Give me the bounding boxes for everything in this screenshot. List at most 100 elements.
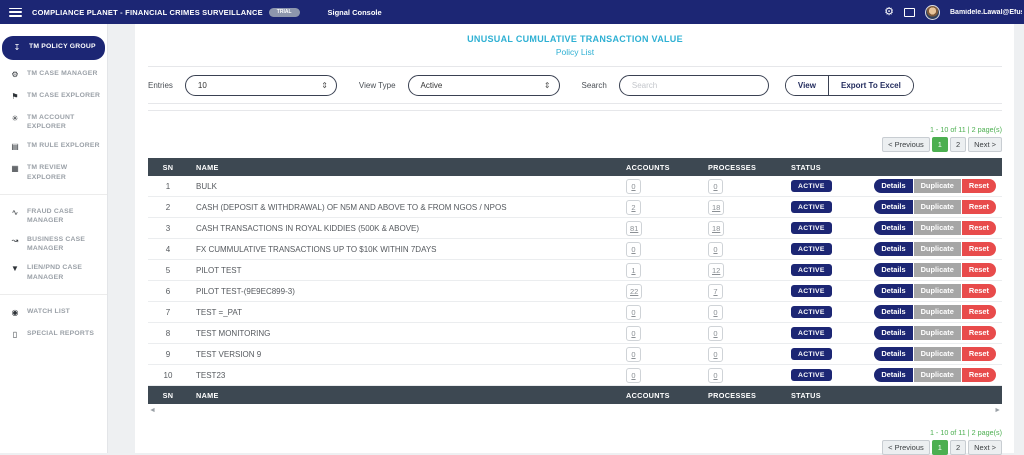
processes-count-link[interactable]: 0 xyxy=(708,242,723,257)
accounts-count-link[interactable]: 81 xyxy=(626,221,642,236)
details-button[interactable]: Details xyxy=(874,221,912,234)
nav-signal-console[interactable]: Signal Console xyxy=(328,8,382,17)
sidebar-item-fraud-case-manager[interactable]: ∿ FRAUD CASE MANAGER xyxy=(0,202,107,230)
cell-status: ACTIVE xyxy=(783,285,848,297)
cell-actions: Details Duplicate Reset xyxy=(848,242,1002,255)
scroll-left-icon[interactable]: ◄ xyxy=(149,407,156,414)
reset-button[interactable]: Reset xyxy=(962,200,996,213)
reset-button[interactable]: Reset xyxy=(962,368,996,381)
next-button[interactable]: Next > xyxy=(968,137,1002,152)
accounts-count-link[interactable]: 2 xyxy=(626,200,641,215)
table-header: SN NAME ACCOUNTS PROCESSES STATUS xyxy=(148,158,1002,176)
accounts-count-link[interactable]: 1 xyxy=(626,263,641,278)
accounts-count-link[interactable]: 0 xyxy=(626,305,641,320)
sidebar-item-tm-policy-group[interactable]: ↧ TM POLICY GROUP xyxy=(2,36,105,60)
status-badge: ACTIVE xyxy=(791,348,832,360)
cell-name: BULK xyxy=(188,182,618,191)
details-button[interactable]: Details xyxy=(874,347,912,360)
user-avatar[interactable] xyxy=(925,5,940,20)
duplicate-button[interactable]: Duplicate xyxy=(914,263,961,276)
details-button[interactable]: Details xyxy=(874,179,912,192)
settings-gear-icon[interactable]: ⚙ xyxy=(884,7,894,18)
processes-count-link[interactable]: 12 xyxy=(708,263,724,278)
cell-status: ACTIVE xyxy=(783,306,848,318)
duplicate-button[interactable]: Duplicate xyxy=(914,305,961,318)
search-input[interactable] xyxy=(632,81,756,90)
cell-sn: 4 xyxy=(148,245,188,254)
processes-count-link[interactable]: 18 xyxy=(708,200,724,215)
user-email: Bamidele.Lawal@Efusiite.Co xyxy=(950,9,1022,16)
duplicate-button[interactable]: Duplicate xyxy=(914,284,961,297)
details-button[interactable]: Details xyxy=(874,368,912,381)
processes-count-link[interactable]: 0 xyxy=(708,368,723,383)
processes-count-link[interactable]: 0 xyxy=(708,347,723,362)
sidebar-item-business-case-manager[interactable]: ↝ BUSINESS CASE MANAGER xyxy=(0,230,107,258)
details-button[interactable]: Details xyxy=(874,242,912,255)
hamburger-menu-icon[interactable] xyxy=(9,8,22,17)
duplicate-button[interactable]: Duplicate xyxy=(914,368,961,381)
sidebar-item-tm-case-explorer[interactable]: ⚑ TM CASE EXPLORER xyxy=(0,86,107,108)
duplicate-button[interactable]: Duplicate xyxy=(914,221,961,234)
cell-sn: 6 xyxy=(148,287,188,296)
duplicate-button[interactable]: Duplicate xyxy=(914,179,961,192)
duplicate-button[interactable]: Duplicate xyxy=(914,326,961,339)
scroll-right-icon[interactable]: ► xyxy=(994,407,1001,414)
processes-count-link[interactable]: 18 xyxy=(708,221,724,236)
previous-button[interactable]: < Previous xyxy=(882,137,930,152)
cell-actions: Details Duplicate Reset xyxy=(848,347,1002,360)
processes-count-link[interactable]: 0 xyxy=(708,305,723,320)
sidebar-item-special-reports[interactable]: ▯ SPECIAL REPORTS xyxy=(0,324,107,346)
reset-button[interactable]: Reset xyxy=(962,305,996,318)
page-button-1[interactable]: 1 xyxy=(932,137,948,152)
export-to-excel-button[interactable]: Export To Excel xyxy=(828,76,913,95)
accounts-count-link[interactable]: 0 xyxy=(626,326,641,341)
cell-actions: Details Duplicate Reset xyxy=(848,326,1002,339)
cell-actions: Details Duplicate Reset xyxy=(848,200,1002,213)
reset-button[interactable]: Reset xyxy=(962,179,996,192)
sidebar-item-watch-list[interactable]: ◉ WATCH LIST xyxy=(0,302,107,324)
cell-sn: 3 xyxy=(148,224,188,233)
table-row: 7 TEST =_PAT 0 0 ACTIVE Details Duplicat… xyxy=(148,302,1002,323)
processes-count-link[interactable]: 0 xyxy=(708,326,723,341)
accounts-count-link[interactable]: 0 xyxy=(626,242,641,257)
reset-button[interactable]: Reset xyxy=(962,326,996,339)
gear-icon: ⚙ xyxy=(10,69,20,81)
details-button[interactable]: Details xyxy=(874,284,912,297)
page-button-2[interactable]: 2 xyxy=(950,137,966,152)
cell-sn: 10 xyxy=(148,371,188,380)
details-button[interactable]: Details xyxy=(874,305,912,318)
view-button[interactable]: View xyxy=(786,76,828,95)
sidebar-item-tm-case-manager[interactable]: ⚙ TM CASE MANAGER xyxy=(0,64,107,86)
details-button[interactable]: Details xyxy=(874,263,912,276)
sidebar-item-label: TM CASE EXPLORER xyxy=(27,91,100,100)
view-type-select[interactable]: Active ⇕ xyxy=(408,75,560,96)
reset-button[interactable]: Reset xyxy=(962,221,996,234)
reset-button[interactable]: Reset xyxy=(962,242,996,255)
reset-button[interactable]: Reset xyxy=(962,284,996,297)
accounts-count-link[interactable]: 22 xyxy=(626,284,642,299)
table-row: 6 PILOT TEST-(9E9EC899-3) 22 7 ACTIVE De… xyxy=(148,281,1002,302)
sidebar-item-tm-review-explorer[interactable]: ▦ TM REVIEW EXPLORER xyxy=(0,158,107,186)
horizontal-scrollbar[interactable]: ◄ ► xyxy=(148,406,1002,419)
duplicate-button[interactable]: Duplicate xyxy=(914,200,961,213)
reset-button[interactable]: Reset xyxy=(962,263,996,276)
sidebar-item-label: TM ACCOUNT EXPLORER xyxy=(27,113,101,131)
details-button[interactable]: Details xyxy=(874,326,912,339)
processes-count-link[interactable]: 7 xyxy=(708,284,723,299)
details-button[interactable]: Details xyxy=(874,200,912,213)
accounts-count-link[interactable]: 0 xyxy=(626,368,641,383)
processes-count-link[interactable]: 0 xyxy=(708,179,723,194)
fullscreen-icon[interactable] xyxy=(904,8,915,17)
duplicate-button[interactable]: Duplicate xyxy=(914,242,961,255)
accounts-count-link[interactable]: 0 xyxy=(626,347,641,362)
entries-select[interactable]: 10 ⇕ xyxy=(185,75,337,96)
cell-processes: 0 xyxy=(700,368,783,383)
cell-status: ACTIVE xyxy=(783,222,848,234)
sidebar-item-tm-account-explorer[interactable]: ✳ TM ACCOUNT EXPLORER xyxy=(0,108,107,136)
sidebar-item-label: TM POLICY GROUP xyxy=(29,42,96,51)
reset-button[interactable]: Reset xyxy=(962,347,996,360)
sidebar-item-lien-pnd-case-manager[interactable]: ▼ LIEN/PND CASE MANAGER xyxy=(0,258,107,286)
accounts-count-link[interactable]: 0 xyxy=(626,179,641,194)
duplicate-button[interactable]: Duplicate xyxy=(914,347,961,360)
sidebar-item-tm-rule-explorer[interactable]: ▤ TM RULE EXPLORER xyxy=(0,136,107,158)
